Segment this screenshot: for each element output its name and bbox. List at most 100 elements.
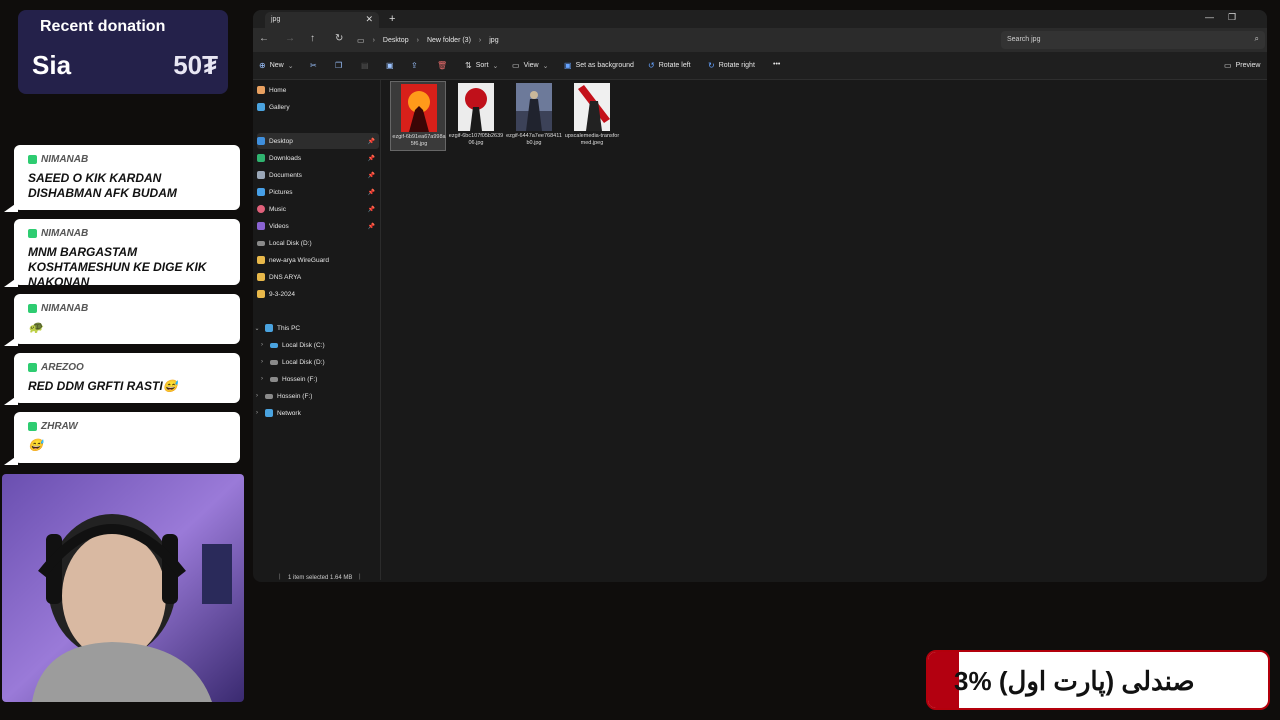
sidebar-item-music[interactable]: Music 📌 [257, 201, 379, 217]
file-item[interactable]: ezgif-6bc107f05b263906.jpg [448, 81, 504, 151]
sidebar-item-network[interactable]: › Network [253, 405, 375, 421]
minimize-icon[interactable]: — [1205, 12, 1214, 22]
refresh-icon[interactable]: ↻ [335, 33, 343, 44]
user-badge-icon [28, 304, 37, 313]
cut-button[interactable]: ✂ [310, 61, 317, 70]
desktop-background-icon: ▣ [564, 61, 572, 70]
forward-arrow-icon[interactable]: → [285, 33, 295, 44]
sidebar-item-downloads[interactable]: Downloads 📌 [257, 150, 379, 166]
paste-icon: ▤ [361, 61, 369, 70]
sort-button[interactable]: ⇅ Sort ⌄ [465, 61, 498, 70]
recent-donation-card: Recent donation Sia 50₮ [18, 10, 228, 94]
folder-icon [257, 256, 265, 264]
tab-label: jpg [271, 16, 281, 23]
chevron-right-icon: › [372, 37, 375, 44]
breadcrumb-jpg[interactable]: jpg [489, 37, 498, 44]
title-bar: jpg ✕ + — ❐ [253, 10, 1267, 28]
sidebar-item-hossein-f-root[interactable]: › Hossein (F:) [253, 388, 375, 404]
sidebar-item-this-pc[interactable]: ⌄ This PC [253, 320, 375, 336]
screen: Recent donation Sia 50₮ NIMANAB SAEED O … [0, 0, 1280, 720]
share-button[interactable]: ⇪ [411, 61, 418, 70]
back-arrow-icon[interactable]: ← [259, 33, 269, 44]
drive-icon [257, 240, 265, 246]
computer-icon [265, 324, 273, 332]
folder-icon [257, 290, 265, 298]
sidebar-item-videos[interactable]: Videos 📌 [257, 218, 379, 234]
file-item[interactable]: ezgif-6447a7ee768411b0.jpg [506, 81, 562, 151]
address-row: ← → ↑ ↻ ▭ › Desktop › New folder (3) › j… [253, 28, 1267, 52]
banner-text: 3% صندلی (پارت اول) [954, 666, 1195, 696]
close-tab-icon[interactable]: ✕ [365, 14, 373, 25]
rotate-right-button[interactable]: ↻ Rotate right [708, 61, 755, 70]
sidebar-item-dns-arya[interactable]: DNS ARYA [257, 269, 379, 285]
new-button[interactable]: ⊕ New ⌄ [259, 61, 294, 70]
chevron-right-icon: › [416, 37, 419, 44]
sidebar-item-pictures[interactable]: Pictures 📌 [257, 184, 379, 200]
sidebar-item-9-3-2024[interactable]: 9-3-2024 [257, 286, 379, 302]
set-background-button[interactable]: ▣ Set as background [564, 61, 634, 70]
sidebar-item-local-disk-c[interactable]: › Local Disk (C:) [258, 337, 380, 353]
desktop-icon [257, 137, 265, 145]
chat-message: AREZOO RED DDM GRFTI RASTI😅 [4, 353, 240, 405]
search-input[interactable]: Search jpg ⌕ [1001, 31, 1265, 49]
chat-text: MNM BARGASTAM KOSHTAMESHUN KE DIGE KIK N… [28, 245, 207, 289]
chat-text: 😅 [28, 438, 43, 452]
breadcrumb-desktop[interactable]: Desktop [383, 37, 409, 44]
file-item[interactable]: upscalemedia-transformed.jpeg [564, 81, 620, 151]
documents-icon [257, 171, 265, 179]
sidebar-item-hossein-f[interactable]: › Hossein (F:) [258, 371, 380, 387]
videos-icon [257, 222, 265, 230]
rotate-right-icon: ↻ [708, 61, 715, 70]
status-divider: | [359, 574, 361, 580]
sidebar-item-local-disk-d[interactable]: Local Disk (D:) [257, 235, 379, 251]
sidebar-item-desktop[interactable]: Desktop 📌 [257, 133, 379, 149]
sidebar-item-home[interactable]: Home [257, 82, 379, 98]
chevron-right-icon[interactable]: › [253, 393, 261, 399]
network-icon [265, 409, 273, 417]
delete-button[interactable]: 🗑 [437, 61, 447, 70]
navigation-pane: Home Gallery Desktop 📌 Downloads 📌 Documen… [253, 80, 381, 580]
rotate-left-icon: ↺ [648, 61, 655, 70]
image-thumbnail [574, 83, 610, 131]
drive-icon [265, 393, 273, 399]
chevron-down-icon: ⌄ [542, 62, 549, 70]
search-placeholder: Search jpg [1007, 36, 1041, 43]
chevron-down-icon: ⌄ [287, 62, 294, 70]
more-options-button[interactable]: ••• [773, 61, 780, 68]
chat-text: RED DDM GRFTI RASTI😅 [28, 379, 178, 393]
sidebar-item-gallery[interactable]: Gallery [257, 99, 379, 115]
up-arrow-icon[interactable]: ↑ [310, 33, 315, 44]
chevron-right-icon[interactable]: › [258, 359, 266, 365]
rename-button[interactable]: ▣ [386, 61, 394, 70]
chevron-right-icon[interactable]: › [253, 410, 261, 416]
more-icon: ••• [773, 61, 781, 68]
chevron-right-icon[interactable]: › [258, 376, 266, 382]
donor-name: Sia [32, 50, 72, 80]
chat-message: NIMANAB SAEED O KIK KARDAN DISHABMAN AFK… [4, 145, 240, 212]
preview-button[interactable]: ▭ Preview [1224, 61, 1260, 70]
new-tab-button[interactable]: + [389, 13, 395, 25]
user-badge-icon [28, 422, 37, 431]
tab-jpg[interactable]: jpg ✕ [265, 12, 379, 28]
chevron-down-icon: ⌄ [254, 325, 260, 332]
restore-icon[interactable]: ❐ [1228, 12, 1236, 23]
sidebar-item-local-disk-d2[interactable]: › Local Disk (D:) [258, 354, 380, 370]
breadcrumb-new-folder[interactable]: New folder (3) [427, 37, 471, 44]
pictures-icon [257, 188, 265, 196]
copy-button[interactable]: ❐ [335, 61, 342, 70]
pin-icon: 📌 [367, 189, 375, 196]
sidebar-item-documents[interactable]: Documents 📌 [257, 167, 379, 183]
address-bar[interactable]: ▭ › Desktop › New folder (3) › jpg [357, 31, 993, 49]
chat-message: NIMANAB 🐢 [4, 294, 240, 346]
rotate-left-button[interactable]: ↺ Rotate left [648, 61, 691, 70]
chevron-right-icon[interactable]: › [258, 342, 266, 348]
chat-username: NIMANAB [41, 303, 89, 314]
view-button[interactable]: ▭ View ⌄ [512, 61, 548, 70]
pin-icon: 📌 [367, 206, 375, 213]
file-explorer-window: jpg ✕ + — ❐ ← → ↑ ↻ ▭ › Desktop › New fo… [253, 10, 1267, 582]
sidebar-item-wireguard[interactable]: new-arya WireGuard [257, 252, 379, 268]
file-item[interactable]: ezgif-6b91ea67a998a5f6.jpg [390, 81, 446, 151]
chat-username: AREZOO [41, 362, 84, 373]
paste-button[interactable]: ▤ [361, 61, 369, 70]
drive-icon [270, 342, 278, 348]
